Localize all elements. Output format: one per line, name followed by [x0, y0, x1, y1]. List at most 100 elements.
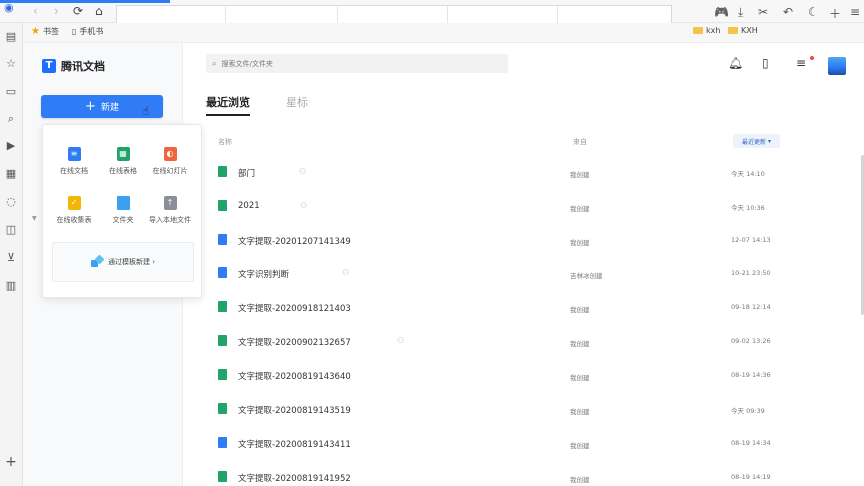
table-row[interactable]: 文字提取-20201207141349 我创建 12-07 14:13 — [206, 229, 846, 253]
table-row[interactable]: 文字提取-20200819141952 我创建 08-19 14:19 — [206, 466, 846, 486]
search-box[interactable]: ⌕ — [206, 54, 508, 73]
download-icon[interactable]: ⤓ — [738, 5, 743, 20]
table-row[interactable]: 文字提取-20200819143640 我创建 08-19 14:36 — [206, 364, 846, 388]
browser-logo-icon: ◉ — [4, 1, 14, 14]
new-online-sheet[interactable]: ▦ 在线表格 — [96, 147, 150, 176]
file-updated-time: 08-19 14:19 — [731, 473, 771, 481]
tablet-icon[interactable]: ▯ — [762, 56, 769, 70]
search-input[interactable] — [221, 59, 482, 68]
sidebar-bag-icon[interactable]: ◫ — [4, 223, 18, 237]
hand-cursor-icon: ☝ — [142, 104, 150, 118]
file-name[interactable]: 2021 — [238, 201, 260, 211]
bell-icon[interactable]: 🔔︎ — [728, 56, 743, 70]
scissors-icon[interactable]: ✂ — [758, 5, 768, 19]
phone-icon: ▯ — [72, 27, 77, 36]
hamburger-menu-icon[interactable]: ≡ — [796, 56, 806, 70]
option-label: 在线幻灯片 — [152, 167, 188, 175]
folder-icon — [728, 27, 738, 34]
sidebar-video-icon[interactable]: ▶ — [4, 139, 18, 153]
sidebar-book-icon[interactable]: ▭ — [4, 85, 18, 99]
table-row[interactable]: 文字识别判断 ⚇ 吉林冰创建 10-21 23:50 — [206, 262, 846, 286]
sidebar-id-card-icon[interactable]: ▤ — [4, 30, 18, 44]
new-online-doc[interactable]: ≡ 在线文档 — [47, 147, 101, 176]
avatar[interactable] — [828, 57, 846, 75]
file-name[interactable]: 文字识别判断 — [238, 268, 289, 280]
mobile-bookmark-item[interactable]: ▯ 手机书 — [72, 26, 103, 37]
new-from-template-link[interactable]: 通过模板新建 › — [52, 242, 194, 282]
browser-sidebar: ▤ ☆ ▭ ⌕ ▶ ▦ ◌ ◫ ⊻ ▥ + — [0, 23, 23, 486]
template-link-label: 通过模板新建 › — [107, 258, 156, 266]
file-owner: 我创建 — [570, 374, 590, 382]
file-name[interactable]: 文字提取-20200819143640 — [238, 370, 351, 382]
search-icon: ⌕ — [212, 58, 217, 68]
sidebar-star-icon[interactable]: ☆ — [4, 57, 18, 71]
file-name[interactable]: 部门 — [238, 167, 255, 179]
file-name[interactable]: 文字提取-20200819143519 — [238, 404, 351, 416]
import-local-file[interactable]: ↑ 导入本地文件 — [143, 196, 197, 225]
active-tab-indicator — [206, 114, 250, 116]
file-updated-time: 12-07 14:13 — [731, 236, 771, 244]
tab-starred[interactable]: 星标 — [286, 94, 308, 110]
import-icon: ↑ — [163, 196, 177, 210]
file-updated-time: 10-21 23:50 — [731, 269, 771, 277]
file-name[interactable]: 文字提取-20200819141952 — [238, 472, 351, 484]
sidebar-search-icon[interactable]: ⌕ — [4, 112, 18, 126]
sidebar-chat-icon[interactable]: ◌ — [4, 195, 18, 209]
tab-recent[interactable]: 最近浏览 — [206, 94, 250, 110]
shared-users-icon: ⚇ — [299, 167, 307, 176]
plus-icon[interactable]: ＋ — [829, 5, 841, 22]
reload-button[interactable]: ⟳ — [73, 4, 83, 18]
sheet-file-icon — [218, 471, 227, 482]
sheet-file-icon — [218, 301, 227, 312]
file-owner: 我创建 — [570, 239, 590, 247]
sidebar-film-icon[interactable]: ▦ — [4, 167, 18, 181]
app-logo[interactable]: T 腾讯文档 — [42, 58, 105, 74]
online-doc-icon: ≡ — [67, 147, 81, 161]
table-row[interactable]: 文字提取-20200918121403 我创建 09-18 12:14 — [206, 296, 846, 320]
new-collect-form[interactable]: ✓ 在线收集表 — [47, 196, 101, 225]
plus-icon: + — [85, 99, 96, 114]
bookmark-folder-label: KXH — [741, 26, 758, 35]
sidebar-cart-icon[interactable]: ⊻ — [4, 251, 18, 265]
template-icon — [90, 254, 105, 268]
sidebar-add-icon[interactable]: + — [4, 455, 18, 469]
file-owner: 我创建 — [570, 408, 590, 416]
bookmark-folder-KXH[interactable]: KXH — [728, 26, 758, 35]
file-name[interactable]: 文字提取-20200819143411 — [238, 438, 351, 450]
sort-dropdown[interactable]: 最近更新 ▾ — [733, 134, 780, 148]
table-row[interactable]: 部门 ⚇ 我创建 今天 14:10 — [206, 161, 846, 185]
forward-button[interactable]: › — [54, 4, 59, 18]
bookmark-item[interactable]: ★ 书签 — [31, 26, 59, 37]
file-name[interactable]: 文字提取-20200918121403 — [238, 302, 351, 314]
table-row[interactable]: 2021 ⚇ 我创建 今天 10:36 — [206, 195, 846, 219]
new-button-label: 新建 — [100, 103, 119, 113]
table-row[interactable]: 文字提取-20200819143519 我创建 今天 09:39 — [206, 398, 846, 422]
bookmark-folder-kxh[interactable]: kxh — [693, 26, 720, 35]
moon-icon[interactable]: ☾ — [808, 5, 819, 19]
sidebar-doc-icon[interactable]: ▥ — [4, 279, 18, 293]
home-button[interactable]: ⌂ — [95, 4, 103, 18]
table-row[interactable]: 文字提取-20200902132657 ⚇ 我创建 09-02 13:26 — [206, 330, 846, 354]
option-label: 在线收集表 — [56, 216, 92, 224]
undo-icon[interactable]: ↶ — [783, 5, 793, 19]
file-updated-time: 今天 14:10 — [731, 170, 765, 178]
collect-form-icon: ✓ — [67, 196, 81, 210]
back-button[interactable]: ‹ — [33, 4, 38, 18]
new-folder[interactable]: 文件夹 — [96, 196, 150, 225]
online-sheet-icon: ▦ — [116, 147, 130, 161]
chevron-down-icon[interactable]: ▼ — [32, 215, 37, 222]
file-owner: 吉林冰创建 — [570, 272, 603, 280]
table-row[interactable]: 文字提取-20200819143411 我创建 08-19 14:34 — [206, 432, 846, 456]
new-online-slides[interactable]: ◐ 在线幻灯片 — [143, 147, 197, 176]
sheet-file-icon — [218, 369, 227, 380]
file-updated-time: 08-19 14:36 — [731, 371, 771, 379]
doc-file-icon — [218, 234, 227, 245]
game-icon[interactable]: 🎮 — [714, 5, 729, 19]
file-name[interactable]: 文字提取-20201207141349 — [238, 235, 351, 247]
sheet-file-icon — [218, 335, 227, 346]
menu-icon[interactable]: ≡ — [850, 5, 860, 19]
tencent-docs-logo-icon: T — [42, 59, 56, 73]
file-name[interactable]: 文字提取-20200902132657 — [238, 336, 351, 348]
shared-users-icon: ⚇ — [300, 201, 308, 210]
bookmark-label: 书签 — [42, 27, 59, 36]
